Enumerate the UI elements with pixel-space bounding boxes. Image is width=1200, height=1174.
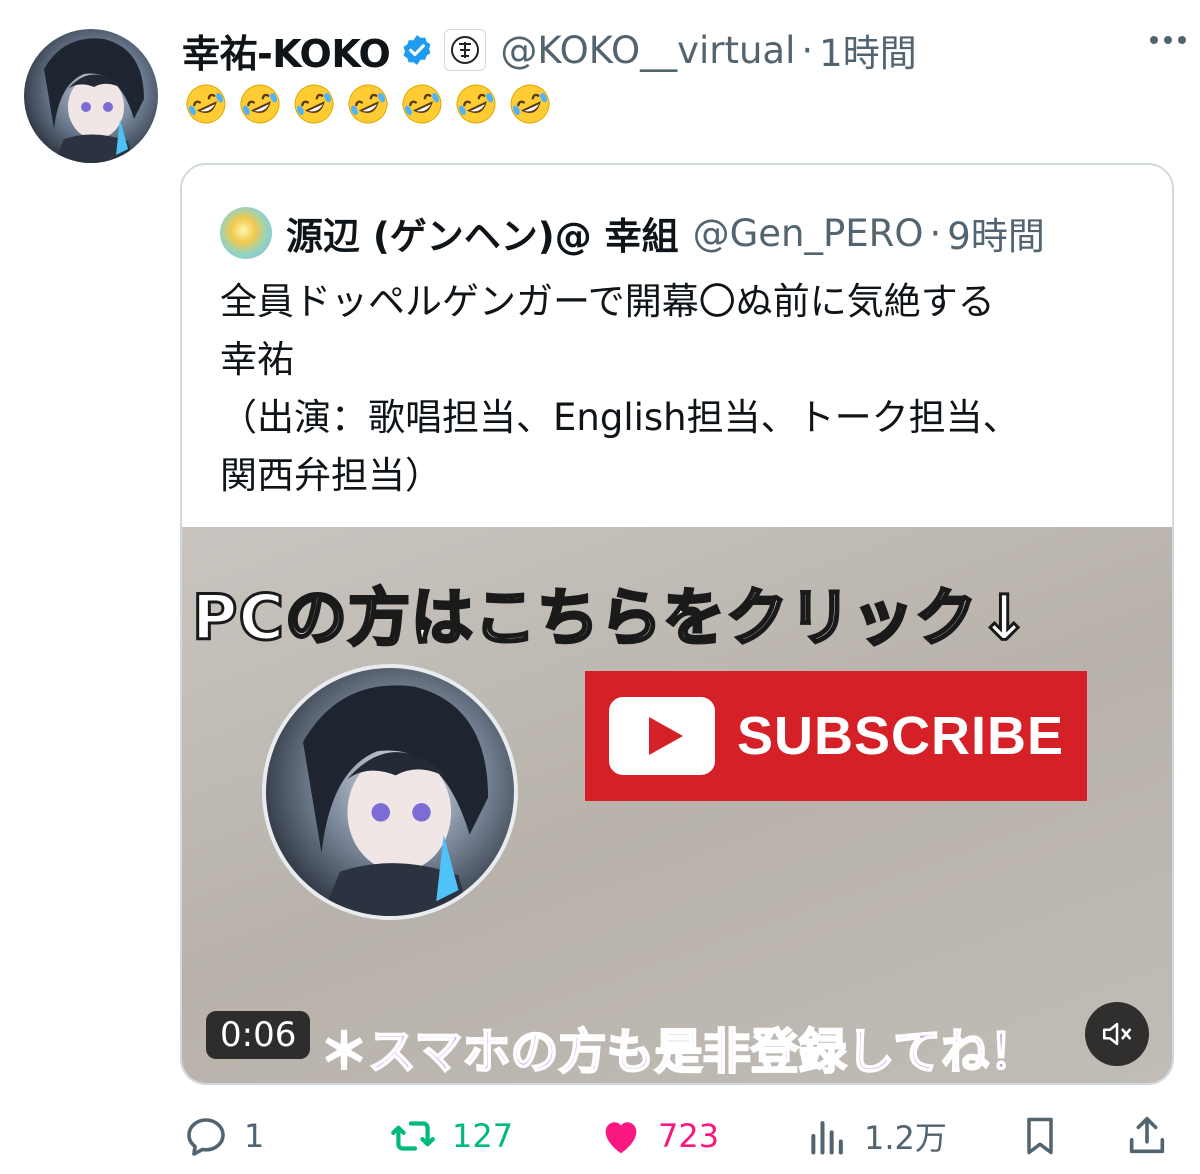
- dot-separator: ·: [929, 211, 942, 255]
- quoted-text-line: 全員ドッペルゲンガーで開幕〇ぬ前に気絶する: [220, 280, 995, 323]
- author-avatar[interactable]: [24, 29, 158, 163]
- tweet-timestamp[interactable]: 1時間: [819, 23, 917, 77]
- affiliation-logo: [451, 36, 480, 64]
- rofl-emoji-icon: 🤣: [510, 84, 550, 124]
- rofl-emoji-icon: 🤣: [294, 84, 334, 124]
- heart-icon: [605, 1122, 637, 1154]
- rofl-emoji-icon: 🤣: [186, 84, 226, 124]
- bookmark-icon: [1027, 1117, 1053, 1155]
- quoted-author-avatar[interactable]: [220, 207, 272, 259]
- reply-count: 1: [244, 1117, 265, 1155]
- subscribe-banner: SUBSCRIBE: [585, 671, 1087, 801]
- video-duration: 0:06: [206, 1011, 311, 1059]
- like-button[interactable]: 723: [598, 1108, 719, 1164]
- speaker-muted-icon: [1102, 1022, 1132, 1046]
- share-button[interactable]: [1124, 1108, 1170, 1164]
- quoted-text-line: （出演：歌唱担当、English担当、トーク担当、: [220, 396, 1020, 439]
- rofl-emoji-icon: 🤣: [348, 84, 388, 124]
- views-button[interactable]: 1.2万: [806, 1108, 947, 1164]
- author-handle[interactable]: @KOKO__virtual: [500, 29, 795, 72]
- rofl-emoji-icon: 🤣: [402, 84, 442, 124]
- retweet-count: 127: [452, 1117, 514, 1155]
- views-chart-icon: [811, 1121, 843, 1155]
- quoted-author-handle[interactable]: @Gen_PERO: [693, 212, 924, 255]
- more-options-icon[interactable]: [1150, 36, 1186, 44]
- avatar-illustration: [44, 38, 144, 163]
- quoted-author-display-name[interactable]: 源辺 (ゲンヘン)@ 幸組: [286, 206, 679, 260]
- share-icon: [1129, 1116, 1165, 1154]
- youtube-play-icon: [609, 697, 715, 775]
- reply-icon: [187, 1118, 225, 1156]
- quoted-text-line: 関西弁担当）: [220, 454, 442, 497]
- quoted-text-line: 幸祐: [220, 338, 294, 381]
- retweet-icon: [391, 1121, 435, 1151]
- bookmark-button[interactable]: [1018, 1108, 1062, 1164]
- quoted-tweet-header: 源辺 (ゲンヘン)@ 幸組 @Gen_PERO · 9時間: [220, 205, 1045, 261]
- video-overlay-pc-text: PCの方はこちらをクリック↓: [191, 580, 1032, 656]
- reply-button[interactable]: 1: [182, 1108, 264, 1164]
- video-player[interactable]: PCの方はこちらをクリック↓ SUBSCRIBE ＊スマホの方も是非登録してね！…: [182, 527, 1172, 1083]
- video-avatar-illustration: [303, 685, 489, 916]
- video-avatar-image: [262, 664, 518, 920]
- retweet-button[interactable]: 127: [388, 1108, 513, 1164]
- tweet-actions-bar: 1 127 723 1.2万: [0, 1108, 1200, 1164]
- verified-badge-icon: [403, 35, 431, 65]
- dot-separator: ·: [801, 28, 814, 72]
- rofl-emoji-icon: 🤣: [240, 84, 280, 124]
- video-overlay-smartphone-text: ＊スマホの方も是非登録してね！: [319, 1023, 1038, 1081]
- quoted-tweet-timestamp[interactable]: 9時間: [947, 206, 1045, 260]
- rofl-emoji-icon: 🤣: [456, 84, 496, 124]
- quoted-tweet[interactable]: 源辺 (ゲンヘン)@ 幸組 @Gen_PERO · 9時間 全員ドッペルゲンガー…: [180, 163, 1174, 1085]
- subscribe-label: SUBSCRIBE: [737, 706, 1065, 766]
- tweet-text: 🤣 🤣 🤣 🤣 🤣 🤣 🤣: [184, 82, 552, 126]
- like-count: 723: [658, 1117, 720, 1155]
- affiliation-badge-icon[interactable]: [444, 29, 487, 71]
- views-count: 1.2万: [864, 1119, 947, 1157]
- tweet-header: 幸祐-KOKO @KOKO__virtual · 1時間: [182, 22, 917, 78]
- author-display-name[interactable]: 幸祐-KOKO: [182, 23, 391, 78]
- mute-toggle-button[interactable]: [1085, 1002, 1149, 1066]
- quoted-tweet-text: 全員ドッペルゲンガーで開幕〇ぬ前に気絶する 幸祐 （出演：歌唱担当、Englis…: [220, 273, 1140, 505]
